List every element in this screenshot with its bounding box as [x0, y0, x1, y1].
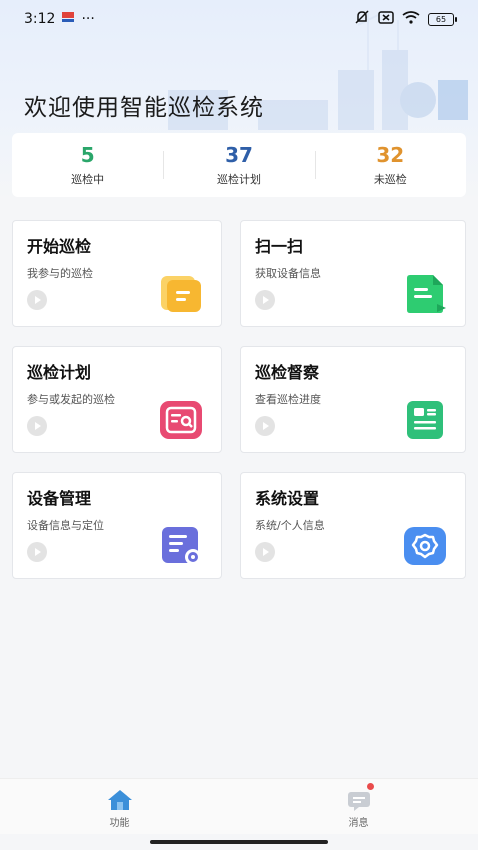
device-list-icon: [162, 527, 201, 565]
card-start-inspection[interactable]: 开始巡检 我参与的巡检: [12, 220, 222, 327]
stat-not-inspected[interactable]: 32 未巡检: [314, 143, 466, 187]
search-doc-icon: [160, 401, 202, 439]
status-bar: 3:12 ··· 65: [24, 8, 457, 30]
tab-label: 功能: [109, 818, 130, 829]
arrow-right-icon: [255, 416, 275, 436]
list-doc-icon: [407, 401, 443, 439]
stat-label: 未巡检: [373, 173, 407, 186]
status-time: 3:12: [24, 11, 56, 27]
card-title: 设备管理: [27, 489, 92, 508]
bottom-tab-bar: 功能 消息: [0, 778, 478, 834]
card-title: 巡检督察: [255, 363, 320, 382]
stat-value: 32: [376, 143, 405, 167]
status-more: ···: [81, 11, 95, 27]
folder-icon: [161, 276, 201, 312]
gear-icon: [404, 527, 446, 565]
arrow-right-icon: [27, 290, 47, 310]
card-inspection-supervision[interactable]: 巡检督察 查看巡检进度: [240, 346, 466, 453]
card-inspection-plan[interactable]: 巡检计划 参与或发起的巡检: [12, 346, 222, 453]
stat-value: 37: [225, 143, 253, 167]
stats-panel: 5 巡检中 37 巡检计划 32 未巡检: [12, 133, 466, 197]
battery-level: 65: [435, 14, 447, 24]
message-icon: [347, 792, 370, 811]
app-notification-icon: [61, 11, 75, 27]
wifi-icon: [402, 10, 420, 28]
document-icon: [407, 275, 446, 313]
card-title: 系统设置: [255, 489, 320, 508]
card-title: 巡检计划: [27, 363, 92, 382]
arrow-right-icon: [27, 416, 47, 436]
tab-features[interactable]: 功能: [0, 779, 239, 834]
stat-label: 巡检中: [71, 173, 105, 186]
battery-icon: 65: [428, 12, 457, 26]
card-title: 开始巡检: [27, 237, 92, 256]
stat-value: 5: [80, 143, 95, 167]
stat-plans[interactable]: 37 巡检计划: [163, 143, 314, 187]
mute-icon: [354, 10, 370, 28]
feature-grid: 开始巡检 我参与的巡检 扫一扫 获取设备信息 巡检计划 参与或发起的巡检 巡检督…: [12, 220, 466, 579]
card-system-settings[interactable]: 系统设置 系统/个人信息: [240, 472, 466, 579]
stat-label: 巡检计划: [216, 173, 261, 186]
card-scan[interactable]: 扫一扫 获取设备信息: [240, 220, 466, 327]
home-icon: [107, 790, 132, 810]
unread-badge: [366, 783, 374, 790]
arrow-right-icon: [255, 290, 275, 310]
card-device-management[interactable]: 设备管理 设备信息与定位: [12, 472, 222, 579]
arrow-right-icon: [255, 542, 275, 562]
tab-messages[interactable]: 消息: [239, 779, 478, 834]
arrow-right-icon: [27, 542, 47, 562]
stat-in-progress[interactable]: 5 巡检中: [12, 143, 163, 187]
sim-off-icon: [378, 10, 394, 28]
page-title: 欢迎使用智能巡检系统: [24, 95, 264, 121]
tab-label: 消息: [348, 818, 369, 829]
home-indicator[interactable]: [150, 840, 328, 844]
card-title: 扫一扫: [255, 237, 304, 256]
